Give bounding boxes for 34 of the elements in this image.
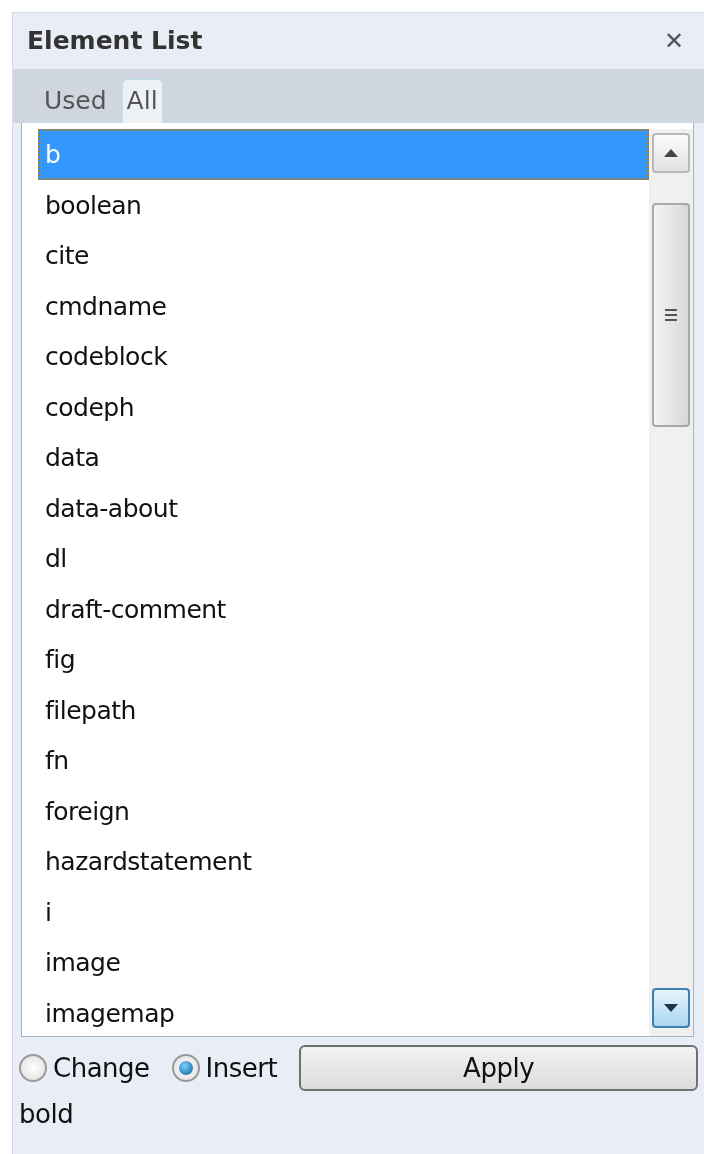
radio-button[interactable]: [19, 1054, 47, 1082]
list-item[interactable]: data-about: [38, 482, 649, 533]
scrollbar[interactable]: [649, 129, 693, 1036]
list-item[interactable]: imagemap: [38, 987, 649, 1036]
list-item[interactable]: codeph: [38, 381, 649, 432]
list-item[interactable]: dl: [38, 533, 649, 584]
list-item[interactable]: data: [38, 432, 649, 483]
tab[interactable]: All: [121, 78, 163, 123]
radio-button[interactable]: [171, 1054, 200, 1082]
list-item[interactable]: codeblock: [38, 331, 649, 382]
list-item[interactable]: foreign: [38, 785, 649, 836]
grip-icon: [665, 309, 677, 321]
list-item[interactable]: i: [38, 886, 649, 937]
list-item[interactable]: filepath: [38, 684, 649, 735]
scroll-up-button[interactable]: [652, 133, 690, 173]
close-button[interactable]: ✕: [657, 23, 690, 59]
element-description: bold: [19, 1099, 74, 1129]
list-item[interactable]: image: [38, 937, 649, 988]
list-item[interactable]: fig: [38, 634, 649, 685]
list-item[interactable]: fn: [38, 735, 649, 786]
list-item[interactable]: boolean: [38, 179, 649, 230]
radio-label[interactable]: Change: [53, 1048, 150, 1088]
panel-title: Element List: [27, 25, 203, 58]
up-arrow-icon: [664, 149, 678, 157]
apply-button[interactable]: Apply: [299, 1045, 698, 1091]
scroll-down-button[interactable]: [652, 988, 690, 1028]
list-item[interactable]: hazardstatement: [38, 836, 649, 887]
tab[interactable]: Used: [39, 78, 112, 123]
radio-label[interactable]: Insert: [205, 1048, 278, 1088]
down-arrow-icon: [664, 1004, 678, 1012]
scrollbar-thumb[interactable]: [652, 203, 690, 427]
list-item[interactable]: draft-comment: [38, 583, 649, 634]
list-item[interactable]: cmdname: [38, 280, 649, 331]
list-item[interactable]: cite: [38, 230, 649, 281]
